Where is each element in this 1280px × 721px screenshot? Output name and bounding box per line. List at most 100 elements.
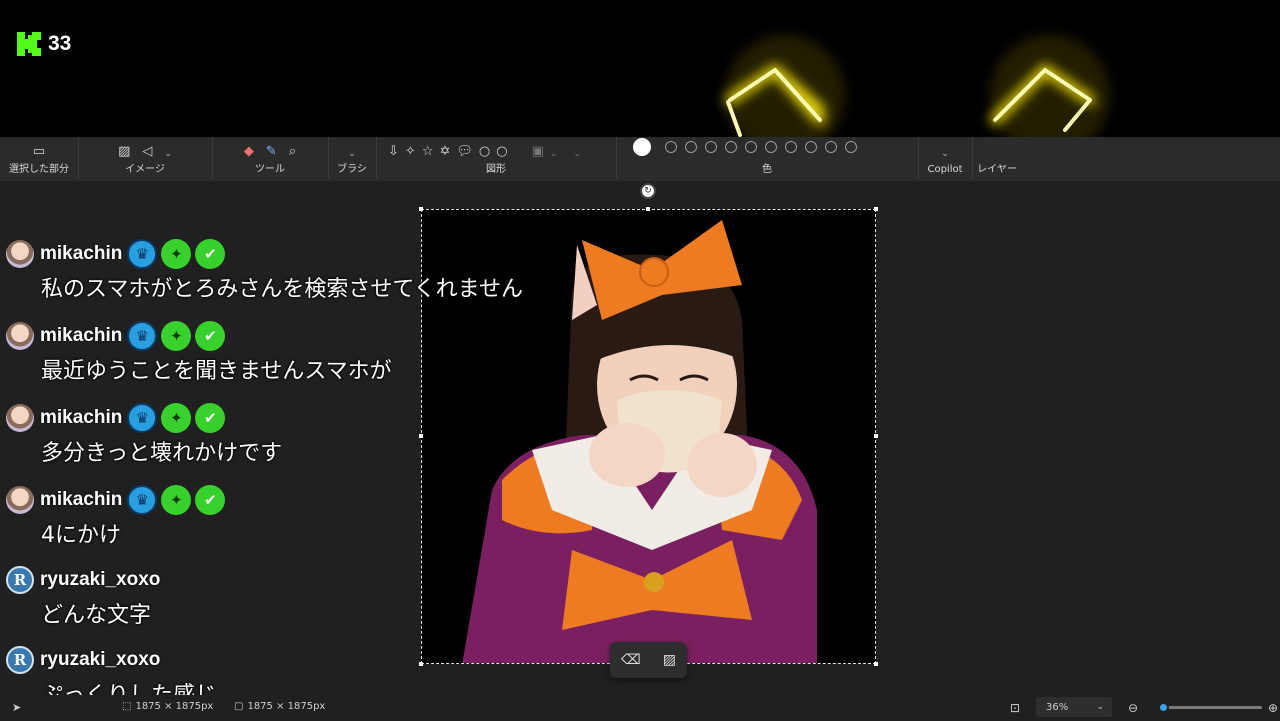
color-swatch-empty[interactable] xyxy=(685,141,697,153)
speech-bubble-cloud-icon[interactable]: ○ xyxy=(496,145,507,159)
crown-badge-icon: ♛ xyxy=(127,239,158,269)
chevron-down-icon[interactable]: ⌄ xyxy=(164,149,172,159)
canvas-size: ▢ 1875 × 1875px xyxy=(234,701,325,712)
zoom-slider-knob[interactable] xyxy=(1158,702,1170,713)
ribbon-group-shapes: ⇩ ✧ ☆ ✡ 💬︎ ○ ○ ▣ ⌄ ⌄ 図形 xyxy=(378,137,614,181)
fit-to-window-icon[interactable]: ⊡ xyxy=(1010,701,1020,715)
chat-username: ryuzaki_xoxo xyxy=(40,649,161,670)
ribbon-divider xyxy=(972,137,973,179)
color-swatch-empty[interactable] xyxy=(705,141,717,153)
crop-icon[interactable]: ▨ xyxy=(118,145,130,159)
verified-badge-icon: ✔ xyxy=(195,321,226,351)
chat-username: mikachin xyxy=(40,489,123,510)
rotate-handle-icon[interactable]: ↻ xyxy=(640,183,656,199)
zoom-value: 36% xyxy=(1046,701,1069,713)
pointer-icon: ➤ xyxy=(12,701,22,714)
resize-handle[interactable] xyxy=(419,207,423,211)
color-swatch-empty[interactable] xyxy=(825,141,837,153)
verified-badge-icon: ✔ xyxy=(195,403,226,433)
ribbon-group-label: 選択した部分 xyxy=(9,164,69,175)
erase-selection-icon[interactable]: ⌫ xyxy=(621,652,641,668)
chat-username: ryuzaki_xoxo xyxy=(40,569,161,590)
chat-overlay: mikachin ♛ ✦ ✔ 私のスマホがとろみさんを検索させてくれません mi… xyxy=(0,235,620,721)
arrow-down-shape-icon[interactable]: ⇩ xyxy=(388,145,399,159)
chat-username: mikachin xyxy=(40,243,123,264)
ribbon-group-brush[interactable]: ⌄ ブラシ xyxy=(330,137,374,181)
color-swatch-empty[interactable] xyxy=(725,141,737,153)
ribbon-group-copilot[interactable]: ⌄ Copilot xyxy=(920,137,970,181)
zoom-select[interactable]: 36% ⌄ xyxy=(1036,697,1112,717)
eraser-icon[interactable]: ◆ xyxy=(244,145,254,159)
selection-size-value: 1875 × 1875px xyxy=(135,701,214,712)
shape-outline-icon[interactable]: ▣ xyxy=(532,145,544,159)
resize-handle[interactable] xyxy=(646,207,650,211)
color-swatch-empty[interactable] xyxy=(785,141,797,153)
avatar xyxy=(6,322,34,350)
ribbon-divider xyxy=(616,137,617,179)
status-bar: ➤ ⬚ 1875 × 1875px ▢ 1875 × 1875px ⊡ 36% … xyxy=(0,695,1280,720)
chat-message: mikachin ♛ ✦ ✔ 多分きっと壊れかけです xyxy=(0,399,620,481)
resize-handle[interactable] xyxy=(874,207,878,211)
magnifier-icon[interactable]: ⌕ xyxy=(289,145,296,159)
ribbon-group-selection[interactable]: ▭ 選択した部分 xyxy=(0,137,78,181)
chat-message: R ryuzaki_xoxo どんな文字 xyxy=(0,561,620,641)
zoom-out-icon[interactable]: ⊖ xyxy=(1128,701,1138,715)
verified-badge-icon: ✔ xyxy=(195,239,226,269)
crown-badge-icon: ♛ xyxy=(127,485,158,515)
avatar: R xyxy=(6,646,34,674)
color-picker-icon[interactable]: ✎ xyxy=(266,145,277,159)
fill-selection-icon[interactable]: ▨ xyxy=(663,652,676,668)
ribbon-group-label: レイヤー xyxy=(977,164,1017,175)
ribbon-group-label: 色 xyxy=(762,164,772,175)
sparkle-badge-icon: ✦ xyxy=(161,239,192,269)
neon-decoration-icon xyxy=(725,35,845,137)
chat-message-text: 最近ゆうことを聞きませんスマホが xyxy=(41,359,392,384)
selection-size: ⬚ 1875 × 1875px xyxy=(122,701,213,712)
ribbon-group-tools: ◆ ✎ ⌕ ツール xyxy=(214,137,326,181)
selection-size-icon: ⬚ xyxy=(122,701,132,712)
chevron-down-icon[interactable]: ⌄ xyxy=(348,149,356,159)
ribbon-group-label: ブラシ xyxy=(337,164,367,175)
chevron-down-icon[interactable]: ⌄ xyxy=(941,149,949,159)
chevron-down-icon[interactable]: ⌄ xyxy=(1096,702,1104,712)
chat-message-text: 多分きっと壊れかけです xyxy=(41,441,283,466)
ribbon-group-colors: 色 xyxy=(618,137,916,181)
zoom-slider[interactable] xyxy=(1158,702,1262,713)
ribbon-group-layers[interactable]: レイヤー xyxy=(974,137,1020,181)
speech-bubble-oval-icon[interactable]: ○ xyxy=(479,145,490,159)
selection-icon[interactable]: ▭ xyxy=(33,145,45,159)
ribbon-divider xyxy=(918,137,919,179)
star5-shape-icon[interactable]: ☆ xyxy=(422,145,434,159)
star6-shape-icon[interactable]: ✡ xyxy=(439,145,450,159)
crown-badge-icon: ♛ xyxy=(127,403,158,433)
resize-handle[interactable] xyxy=(874,434,878,438)
ribbon-group-image: ▨ ◁ ⌄ イメージ xyxy=(80,137,210,181)
brand-counter: 33 xyxy=(16,31,71,57)
selected-color-swatch[interactable] xyxy=(633,138,651,156)
zoom-in-icon[interactable]: ⊕ xyxy=(1268,701,1278,715)
ribbon-group-label: ツール xyxy=(255,164,285,175)
flip-icon[interactable]: ◁ xyxy=(142,145,152,159)
chevron-down-icon[interactable]: ⌄ xyxy=(550,149,558,159)
chat-message: mikachin ♛ ✦ ✔ 私のスマホがとろみさんを検索させてくれません xyxy=(0,235,620,317)
chat-username: mikachin xyxy=(40,325,123,346)
avatar xyxy=(6,404,34,432)
crown-badge-icon: ♛ xyxy=(127,321,158,351)
ribbon-divider xyxy=(376,137,377,179)
color-swatch-empty[interactable] xyxy=(745,141,757,153)
color-swatch-empty[interactable] xyxy=(765,141,777,153)
ribbon-divider xyxy=(328,137,329,179)
resize-handle[interactable] xyxy=(874,662,878,666)
color-swatch-empty[interactable] xyxy=(805,141,817,153)
canvas-size-icon: ▢ xyxy=(234,701,244,712)
ribbon-divider xyxy=(212,137,213,179)
speech-bubble-rect-icon[interactable]: 💬︎ xyxy=(456,145,473,159)
star4-shape-icon[interactable]: ✧ xyxy=(405,145,416,159)
neon-decoration-icon xyxy=(990,35,1110,137)
color-swatch-empty[interactable] xyxy=(845,141,857,153)
color-swatch-empty[interactable] xyxy=(665,141,677,153)
viewer-count: 33 xyxy=(48,32,72,55)
chat-username: mikachin xyxy=(40,407,123,428)
sparkle-badge-icon: ✦ xyxy=(161,321,192,351)
chevron-down-icon[interactable]: ⌄ xyxy=(573,149,581,159)
